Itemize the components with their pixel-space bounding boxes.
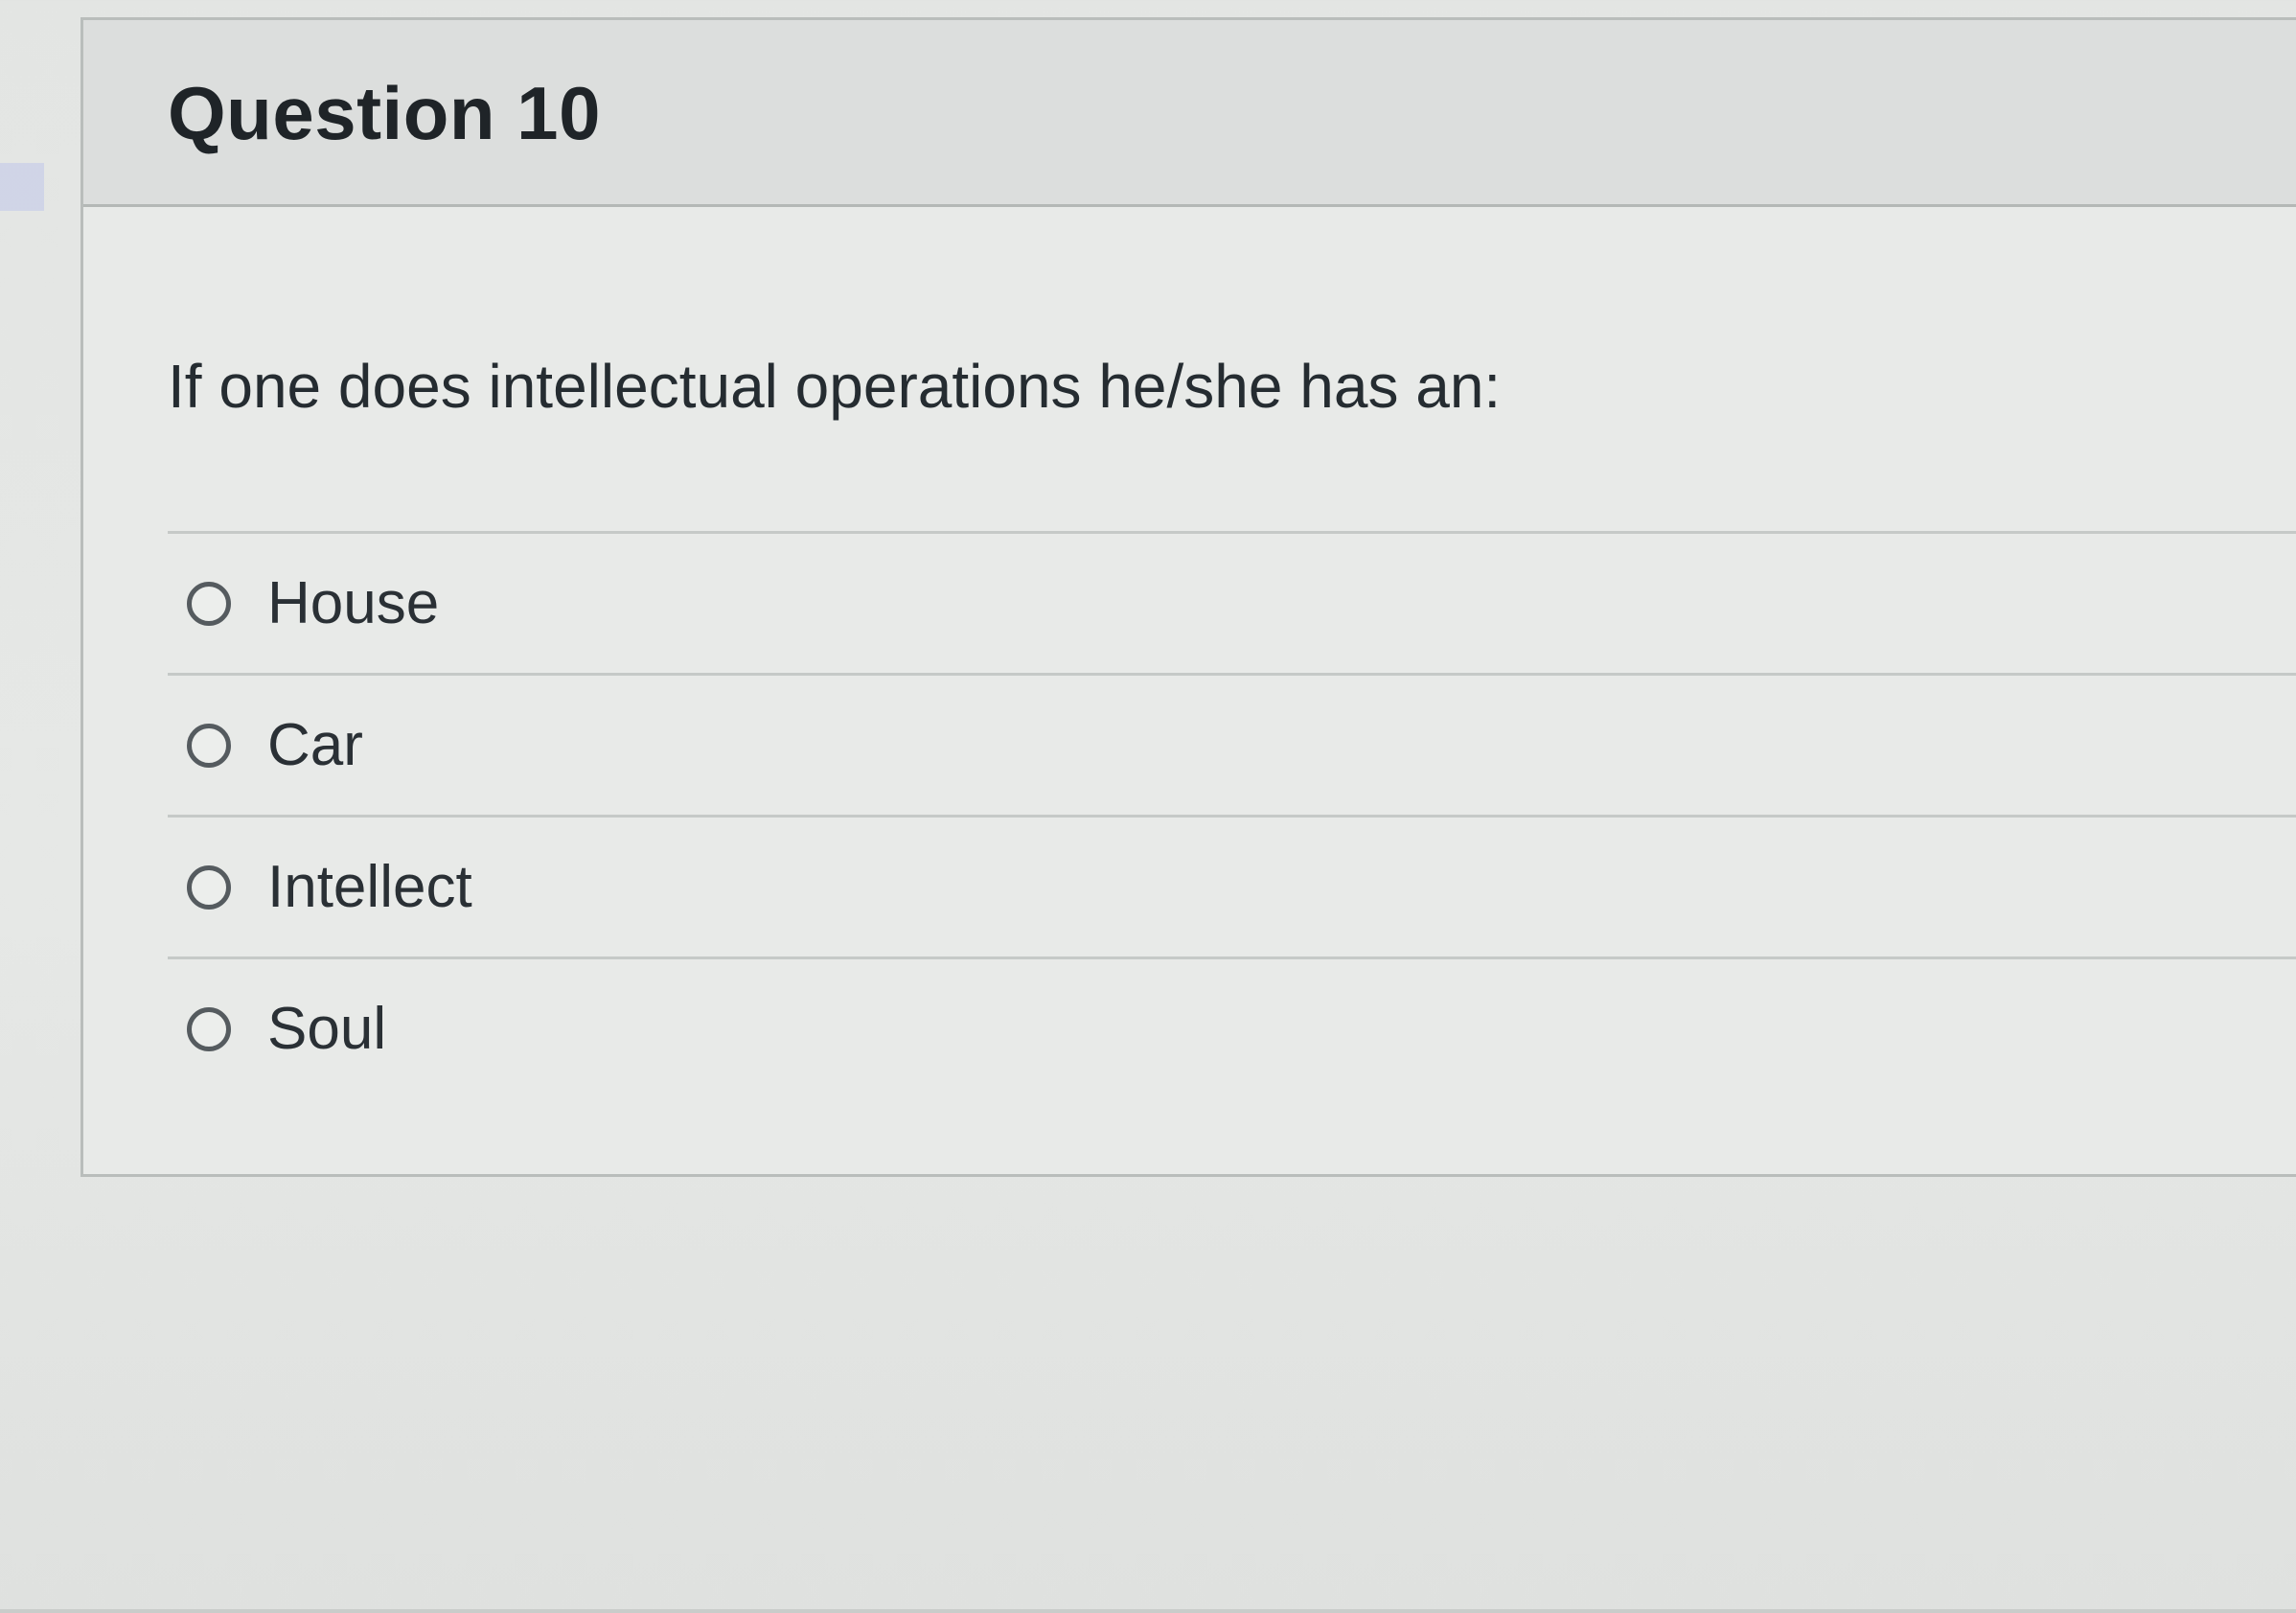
answer-label: Car (267, 712, 363, 778)
question-title: Question 10 (168, 71, 601, 155)
radio-button-icon[interactable] (187, 864, 231, 910)
answer-label: Soul (267, 996, 387, 1062)
answer-label: Intellect (267, 854, 472, 920)
question-card: Question 10 If one does intellectual ope… (80, 17, 2296, 1177)
radio-button-icon[interactable] (187, 1006, 231, 1051)
question-header: Question 10 (83, 20, 2296, 207)
answer-option-car[interactable]: Car (168, 673, 2296, 815)
answer-list: House Car Intellect Soul (168, 531, 2296, 1098)
answer-option-soul[interactable]: Soul (168, 956, 2296, 1098)
answer-option-intellect[interactable]: Intellect (168, 815, 2296, 956)
question-prompt: If one does intellectual operations he/s… (168, 352, 1502, 421)
answer-label: House (267, 570, 440, 636)
radio-button-icon[interactable] (187, 581, 231, 626)
page-bottom-divider (0, 1609, 2296, 1613)
answer-option-house[interactable]: House (168, 531, 2296, 673)
question-body: If one does intellectual operations he/s… (83, 207, 2296, 1174)
radio-button-icon[interactable] (187, 723, 231, 768)
left-edge-accent (0, 163, 44, 211)
